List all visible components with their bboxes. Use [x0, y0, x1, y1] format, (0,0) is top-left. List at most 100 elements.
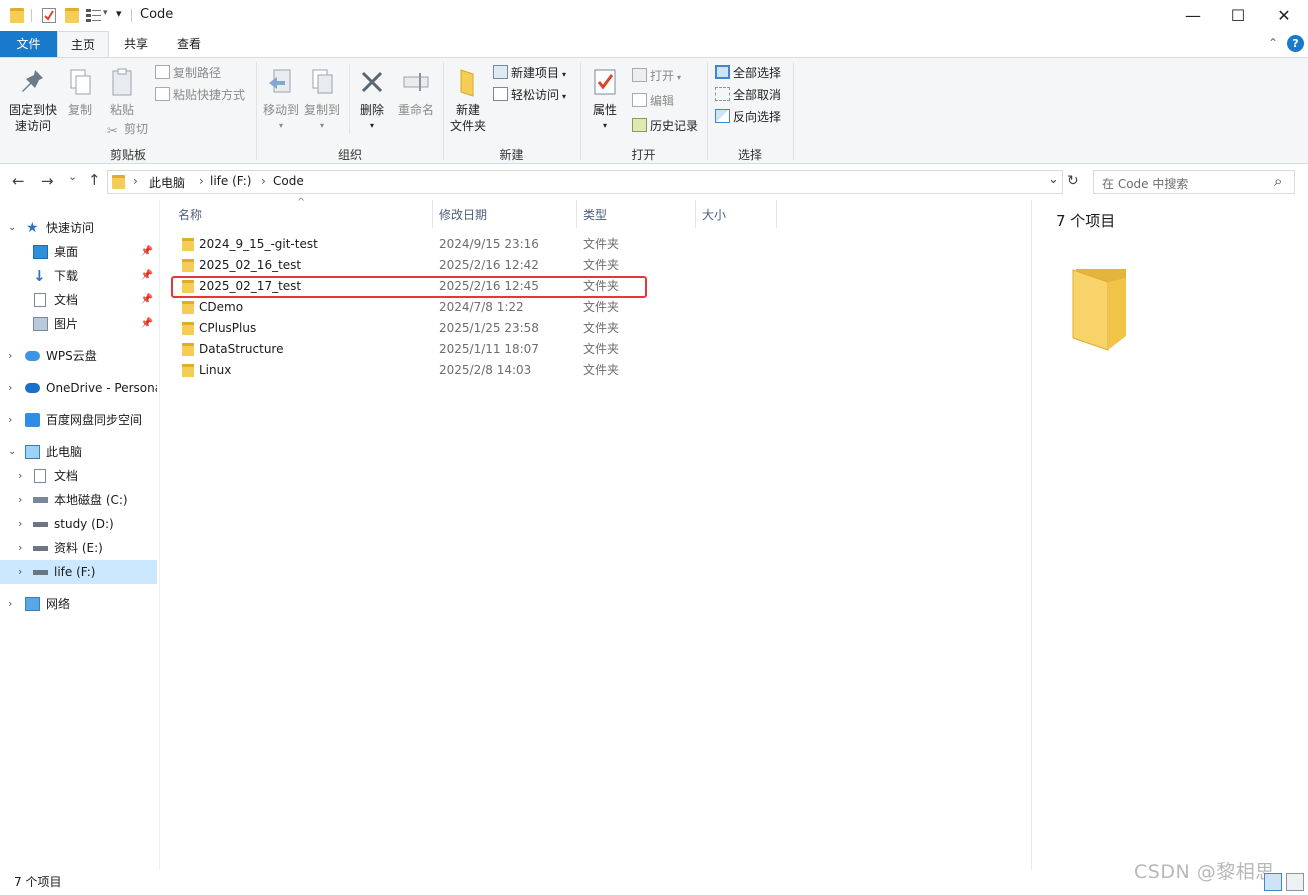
- delete-button[interactable]: 删除 ▾: [354, 66, 390, 134]
- paste-button[interactable]: 粘贴: [104, 66, 140, 118]
- edit-button[interactable]: 编辑: [632, 93, 674, 109]
- chevron-down-icon[interactable]: ⌄: [8, 216, 16, 240]
- back-button[interactable]: ←: [12, 172, 25, 190]
- file-row[interactable]: 2024_9_15_-git-test 2024/9/15 23:16 文件夹: [172, 234, 1032, 255]
- collapse-ribbon-icon[interactable]: ⌃: [1268, 36, 1278, 50]
- up-button[interactable]: ↑: [88, 171, 101, 189]
- chevron-down-icon[interactable]: ⌄: [8, 440, 16, 464]
- column-header-type[interactable]: 类型: [583, 206, 607, 223]
- folder-icon: [182, 238, 194, 251]
- address-bar[interactable]: › 此电脑 › life (F:) › Code ⌄: [107, 170, 1063, 194]
- column-header-size[interactable]: 大小: [702, 206, 726, 223]
- open-button[interactable]: 打开 ▾: [632, 68, 681, 86]
- cut-button[interactable]: ✂ 剪切: [107, 121, 148, 139]
- file-row-highlighted[interactable]: 2025_02_17_test 2025/2/16 12:45 文件夹: [172, 276, 1032, 297]
- new-folder-button[interactable]: 新建 文件夹: [447, 66, 489, 134]
- search-icon[interactable]: ⌕: [1274, 172, 1282, 190]
- breadcrumb-drive-f[interactable]: life (F:): [210, 174, 251, 188]
- qat-dropdown-icon[interactable]: ▾: [116, 7, 122, 20]
- copy-to-button[interactable]: 复制到 ▾: [302, 66, 342, 134]
- search-input[interactable]: 在 Code 中搜索: [1102, 175, 1188, 192]
- file-row[interactable]: CDemo 2024/7/8 1:22 文件夹: [172, 297, 1032, 318]
- select-none-button[interactable]: 全部取消: [715, 87, 781, 103]
- chevron-right-icon[interactable]: ›: [18, 464, 22, 488]
- refresh-button[interactable]: ↻: [1067, 173, 1079, 189]
- tab-file[interactable]: 文件: [0, 31, 57, 57]
- pin-quick-access-button[interactable]: 固定到快 速访问: [5, 66, 61, 134]
- easy-access-button[interactable]: 轻松访问 ▾: [493, 87, 566, 105]
- file-row[interactable]: CPlusPlus 2025/1/25 23:58 文件夹: [172, 318, 1032, 339]
- recent-locations-button[interactable]: ⌄: [68, 170, 77, 183]
- invert-selection-button[interactable]: 反向选择: [715, 109, 781, 125]
- sidebar-item-drive-c[interactable]: › 本地磁盘 (C:): [0, 488, 157, 512]
- rename-icon: [403, 73, 429, 91]
- chevron-right-icon[interactable]: ›: [18, 536, 22, 560]
- network-icon: [25, 597, 40, 611]
- move-to-button[interactable]: 移动到 ▾: [261, 66, 301, 134]
- sidebar-item-documents[interactable]: 文档 📌: [0, 288, 157, 312]
- chevron-right-icon[interactable]: ›: [18, 488, 22, 512]
- download-arrow-icon: ↓: [33, 267, 46, 285]
- rename-button[interactable]: 重命名: [395, 66, 437, 118]
- tab-view[interactable]: 查看: [164, 31, 214, 57]
- file-row[interactable]: 2025_02_16_test 2025/2/16 12:42 文件夹: [172, 255, 1032, 276]
- folder-icon: [182, 301, 194, 314]
- chevron-right-icon[interactable]: ›: [8, 592, 12, 616]
- maximize-button[interactable]: ☐: [1215, 0, 1261, 31]
- sidebar-item-pictures[interactable]: 图片 📌: [0, 312, 157, 336]
- chevron-right-icon[interactable]: ›: [18, 512, 22, 536]
- sidebar-item-desktop[interactable]: 桌面 📌: [0, 240, 157, 264]
- sidebar-item-baidu[interactable]: › 百度网盘同步空间: [0, 408, 157, 432]
- sidebar-item-downloads[interactable]: ↓ 下载 📌: [0, 264, 157, 288]
- close-button[interactable]: ✕: [1261, 0, 1307, 31]
- history-icon: [632, 118, 647, 132]
- address-dropdown-button[interactable]: ⌄: [1048, 172, 1059, 187]
- properties-check-icon[interactable]: [42, 8, 56, 23]
- folder-icon: [182, 364, 194, 377]
- sidebar-item-drive-f[interactable]: › life (F:): [0, 560, 157, 584]
- sidebar-item-this-pc[interactable]: ⌄ 此电脑: [0, 440, 157, 464]
- properties-list-icon[interactable]: [86, 8, 102, 23]
- file-row[interactable]: Linux 2025/2/8 14:03 文件夹: [172, 360, 1032, 381]
- sidebar-item-drive-d[interactable]: › study (D:): [0, 512, 157, 536]
- details-view-icon[interactable]: [1264, 873, 1282, 891]
- tab-share[interactable]: 共享: [112, 31, 160, 57]
- file-row[interactable]: DataStructure 2025/1/11 18:07 文件夹: [172, 339, 1032, 360]
- qat-customize-icon[interactable]: ▾: [103, 8, 108, 18]
- sidebar-item-drive-e[interactable]: › 资料 (E:): [0, 536, 157, 560]
- pin-icon: 📌: [140, 294, 153, 305]
- copy-path-button[interactable]: 复制路径: [155, 65, 221, 81]
- new-folder-icon[interactable]: [65, 8, 79, 23]
- column-header-date[interactable]: 修改日期: [439, 206, 487, 223]
- copy-icon: [70, 69, 91, 95]
- properties-button[interactable]: 属性 ▾: [587, 66, 623, 134]
- sidebar-item-quick-access[interactable]: ⌄ ★ 快速访问: [0, 216, 157, 240]
- chevron-right-icon[interactable]: ›: [8, 376, 12, 400]
- select-all-button[interactable]: 全部选择: [715, 65, 781, 81]
- help-icon[interactable]: ?: [1287, 35, 1304, 52]
- chevron-right-icon[interactable]: ›: [8, 344, 12, 368]
- sidebar-item-network[interactable]: › 网络: [0, 592, 157, 616]
- drive-icon: [33, 546, 48, 551]
- breadcrumb-this-pc[interactable]: 此电脑: [149, 174, 185, 191]
- forward-button[interactable]: →: [41, 172, 54, 190]
- computer-icon: [25, 445, 40, 459]
- search-box[interactable]: 在 Code 中搜索 ⌕: [1093, 170, 1295, 194]
- new-group-label: 新建: [499, 148, 524, 162]
- minimize-button[interactable]: —: [1170, 0, 1216, 31]
- chevron-right-icon[interactable]: ›: [8, 408, 12, 432]
- column-header-name[interactable]: 名称: [178, 206, 202, 223]
- sidebar-item-pc-documents[interactable]: › 文档: [0, 464, 157, 488]
- paste-shortcut-button[interactable]: 粘贴快捷方式: [155, 87, 245, 103]
- large-icons-view-icon[interactable]: [1286, 873, 1304, 891]
- windows-drive-icon: [33, 497, 48, 503]
- breadcrumb-code[interactable]: Code: [273, 174, 304, 188]
- sidebar-item-onedrive[interactable]: › OneDrive - Persona: [0, 376, 157, 400]
- pin-icon: [22, 70, 43, 92]
- chevron-right-icon[interactable]: ›: [18, 560, 22, 584]
- sidebar-item-wps[interactable]: › WPS云盘: [0, 344, 157, 368]
- tab-home[interactable]: 主页: [57, 31, 109, 58]
- history-button[interactable]: 历史记录: [632, 118, 698, 134]
- copy-button[interactable]: 复制: [62, 66, 98, 118]
- new-item-button[interactable]: 新建项目 ▾: [493, 65, 566, 83]
